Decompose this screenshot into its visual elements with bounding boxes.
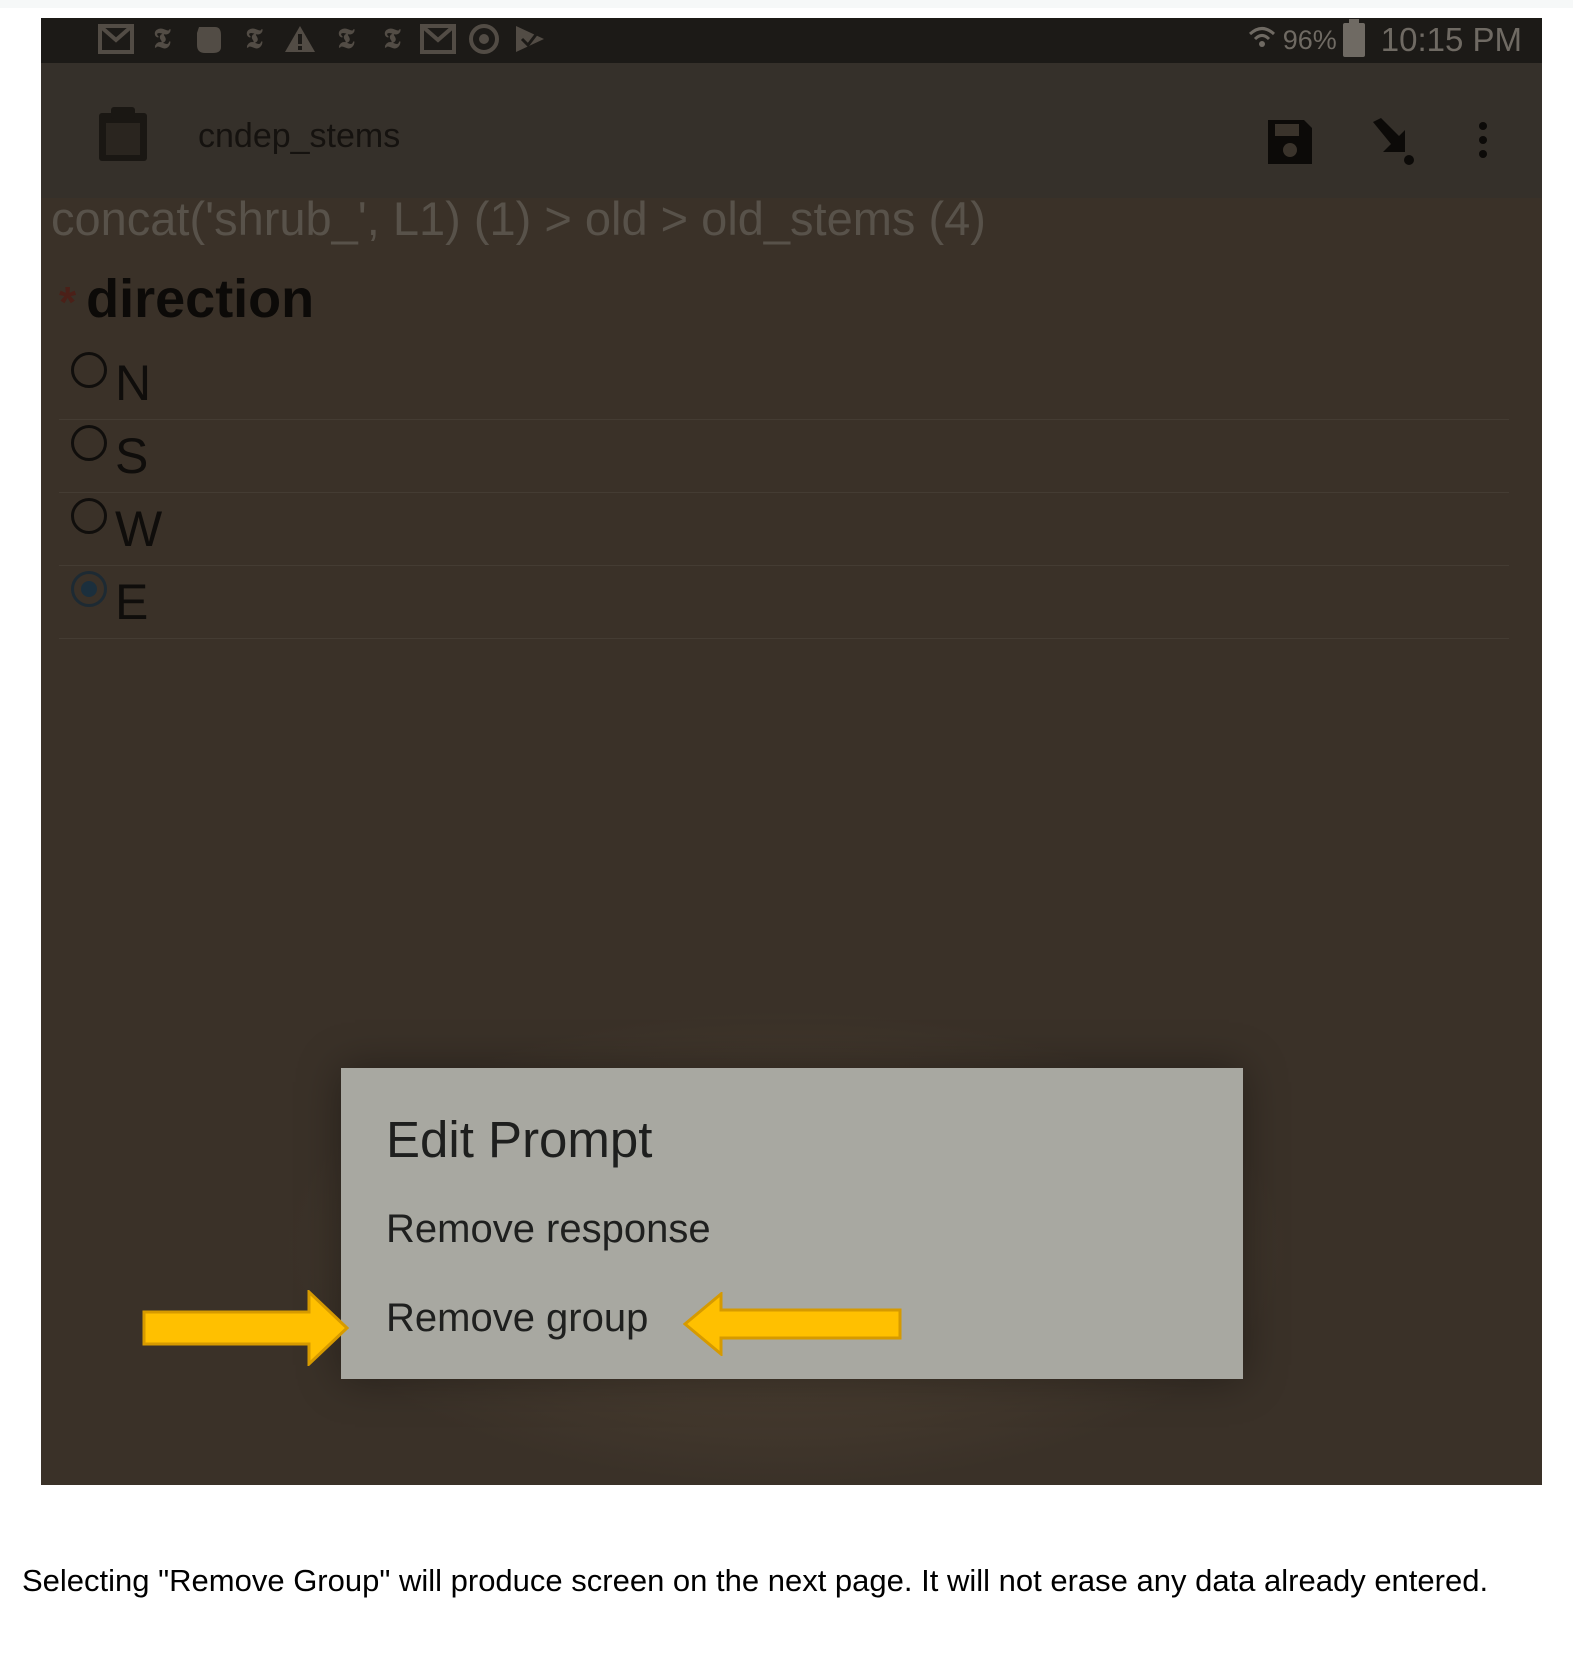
save-icon[interactable] xyxy=(1266,118,1314,171)
required-marker: * xyxy=(59,278,77,327)
option-e[interactable]: E xyxy=(59,565,1509,639)
evernote-icon xyxy=(189,22,227,56)
option-label: N xyxy=(115,355,152,411)
nyt-icon: 𝕿 xyxy=(383,22,401,55)
warning-icon xyxy=(281,22,319,56)
dialog-title: Edit Prompt xyxy=(386,1111,653,1168)
option-label: E xyxy=(115,574,149,630)
wifi-icon xyxy=(1247,23,1277,58)
page-top-strip xyxy=(0,0,1573,8)
app-bar: cndep_stems xyxy=(41,63,1542,198)
navigate-icon[interactable] xyxy=(1369,118,1415,171)
caption-text: Selecting "Remove Group" will produce sc… xyxy=(22,1563,1489,1598)
option-label: W xyxy=(115,501,163,557)
clipboard-icon xyxy=(97,105,149,168)
left-arrow-annotation xyxy=(683,1292,902,1356)
nyt-icon: 𝕿 xyxy=(245,22,263,55)
option-s[interactable]: S xyxy=(59,419,1509,493)
clock: 10:15 PM xyxy=(1380,21,1522,58)
option-n[interactable]: N xyxy=(59,346,1509,420)
nyt-icon: 𝕿 xyxy=(153,22,171,55)
sync-icon xyxy=(465,22,503,56)
option-label: S xyxy=(115,428,149,484)
option-w[interactable]: W xyxy=(59,492,1509,566)
breadcrumb: concat('shrub_', L1) (1) > old > old_ste… xyxy=(51,192,986,245)
battery-icon xyxy=(1342,19,1365,57)
mail-icon xyxy=(419,22,457,56)
check-icon xyxy=(511,22,549,56)
status-right: 96% 10:15 PM xyxy=(1247,19,1522,59)
mail-icon xyxy=(97,22,135,56)
status-bar: 𝕿 𝕿 𝕿 𝕿 96% 10:15 PM xyxy=(41,18,1542,63)
battery-percent: 96% xyxy=(1282,24,1337,55)
radio-button[interactable] xyxy=(71,352,107,388)
radio-button-selected[interactable] xyxy=(71,571,107,607)
remove-response-item[interactable]: Remove response xyxy=(386,1207,711,1252)
app-title: cndep_stems xyxy=(198,117,401,155)
right-arrow-annotation xyxy=(142,1290,350,1366)
remove-group-item[interactable]: Remove group xyxy=(386,1296,648,1341)
question-header: * direction xyxy=(59,268,314,330)
nyt-icon: 𝕿 xyxy=(337,22,355,55)
notification-icons: 𝕿 𝕿 𝕿 𝕿 xyxy=(97,22,549,56)
radio-button[interactable] xyxy=(71,498,107,534)
question-label: direction xyxy=(86,269,315,329)
more-vert-icon[interactable] xyxy=(1477,121,1489,166)
radio-button[interactable] xyxy=(71,425,107,461)
